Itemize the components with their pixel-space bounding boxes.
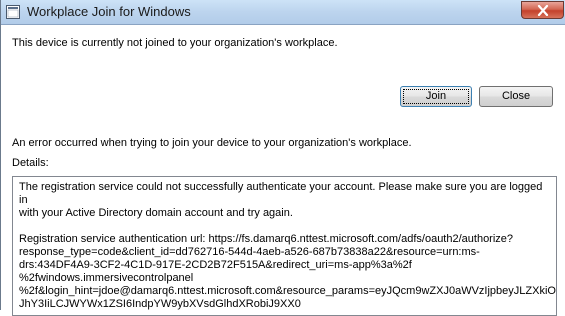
window-close-button[interactable] — [521, 1, 564, 19]
status-message: This device is currently not joined to y… — [12, 37, 338, 49]
window-icon — [6, 5, 20, 19]
join-button[interactable]: Join — [400, 86, 472, 107]
close-button[interactable]: Close — [479, 86, 553, 107]
details-line: response_type=code&client_id=dd762716-54… — [19, 246, 480, 258]
details-line: The registration service could not succe… — [19, 181, 543, 206]
details-textbox[interactable]: The registration service could not succe… — [12, 176, 557, 316]
details-line: %2fwindows.immersivecontrolpanel — [19, 272, 194, 284]
workplace-join-window: Workplace Join for Windows This device i… — [0, 0, 565, 316]
details-line: with your Active Directory domain accoun… — [19, 207, 293, 219]
details-line: Registration service authentication url:… — [19, 233, 514, 245]
details-line: JhY3IiLCJWYWx1ZSI6IndpYW9ybXVsdGlhdXRobi… — [19, 298, 301, 310]
window-title: Workplace Join for Windows — [27, 4, 191, 19]
error-message: An error occurred when trying to join yo… — [12, 137, 412, 149]
title-bar[interactable]: Workplace Join for Windows — [1, 0, 565, 25]
details-line: %2f&login_hint=jdoe@damarq6.nttest.micro… — [19, 285, 557, 297]
close-icon — [537, 5, 549, 16]
details-line: drs:434DF4A9-3CF2-4C1D-917E-2CD2B72F515A… — [19, 259, 412, 271]
details-label: Details: — [12, 157, 49, 169]
